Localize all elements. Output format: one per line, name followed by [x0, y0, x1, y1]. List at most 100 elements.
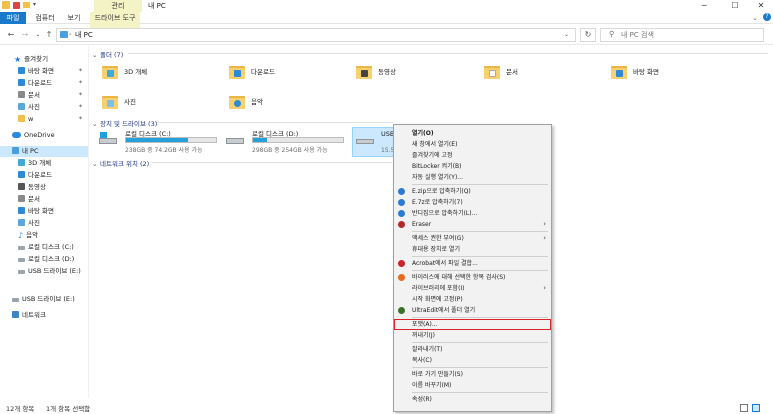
sidebar-item-pictures-pc[interactable]: 사진: [18, 218, 40, 229]
tab-computer[interactable]: 컴퓨터: [30, 12, 60, 24]
menu-item[interactable]: Acrobat에서 파일 결합...: [394, 258, 551, 269]
drive-c[interactable]: 로컬 디스크 (C:) 238GB 중 74.2GB 사용 가능: [99, 128, 221, 158]
menu-item[interactable]: 열기(O): [394, 128, 551, 139]
folder-label: 바탕 화면: [633, 68, 659, 76]
menu-item[interactable]: 잘라내기(T): [394, 344, 551, 355]
sidebar-item-documents-pc[interactable]: 문서: [18, 194, 40, 205]
windows-drive-icon: [99, 132, 117, 146]
breadcrumb-this-pc[interactable]: 내 PC: [75, 29, 93, 41]
menu-item[interactable]: 이름 바꾸기(M): [394, 380, 551, 391]
folder-icon: [102, 64, 118, 79]
pin-icon: ✦: [78, 115, 84, 122]
ribbon-tabs: 파일 컴퓨터 보기 드라이브 도구 ⌄ ?: [0, 12, 773, 42]
menu-item[interactable]: 자동 실행 열기(Y)...: [394, 172, 551, 183]
menu-item[interactable]: 휴대용 장치로 열기: [394, 244, 551, 255]
folder-icon: [229, 94, 245, 109]
refresh-button[interactable]: ↻: [580, 28, 596, 42]
maximize-button[interactable]: ☐: [722, 0, 748, 12]
sidebar-item-drive-d[interactable]: 로컬 디스크 (D:): [18, 254, 74, 265]
menu-item[interactable]: 즐겨찾기에 고정: [394, 150, 551, 161]
search-input[interactable]: [621, 30, 761, 40]
menu-item-label: 열기(O): [412, 130, 434, 137]
properties-icon[interactable]: [13, 1, 20, 9]
sidebar-item-w[interactable]: w: [18, 114, 33, 125]
tab-view[interactable]: 보기: [62, 12, 86, 24]
drive-d[interactable]: 로컬 디스크 (D:) 298GB 중 254GB 사용 가능: [226, 128, 348, 158]
menu-separator: [412, 184, 548, 185]
forward-button[interactable]: →: [20, 29, 30, 41]
menu-item[interactable]: UltraEdit에서 폴더 열기: [394, 305, 551, 316]
menu-item-label: 포맷(A)...: [412, 321, 438, 328]
search-box[interactable]: ⚲: [600, 28, 764, 42]
folder-downloads[interactable]: 다운로드: [229, 62, 349, 88]
help-icon[interactable]: ?: [763, 13, 771, 21]
qat-dropdown-icon[interactable]: ▾: [33, 1, 39, 9]
network-section-header[interactable]: ⌄ 네트워크 위치 (2): [92, 158, 149, 168]
menu-item[interactable]: 포맷(A)...: [394, 319, 551, 330]
section-title: 네트워크 위치 (2): [100, 160, 150, 168]
pc-icon: [12, 147, 19, 154]
sidebar-onedrive[interactable]: OneDrive: [12, 130, 55, 141]
drive-icon: [226, 136, 244, 146]
minimize-button[interactable]: ─: [691, 0, 717, 12]
menu-item[interactable]: 복사(C): [394, 355, 551, 366]
sidebar-item-downloads[interactable]: 다운로드: [18, 78, 52, 89]
sidebar-network[interactable]: 네트워크: [12, 310, 46, 321]
menu-item[interactable]: E.zip으로 압축하기(Q): [394, 186, 551, 197]
menu-item[interactable]: E.7z로 압축하기(7): [394, 197, 551, 208]
menu-item[interactable]: 시작 화면에 고정(P): [394, 294, 551, 305]
menu-item[interactable]: 라이브러리에 포함(I) ›: [394, 283, 551, 294]
usb-drive-icon: [356, 136, 374, 146]
sidebar-item-drive-c[interactable]: 로컬 디스크 (C:): [18, 242, 74, 253]
sidebar-item-videos[interactable]: 동영상: [18, 182, 46, 193]
sidebar-item-desktop-pc[interactable]: 바탕 화면: [18, 206, 54, 217]
sidebar-label: 동영상: [28, 183, 46, 191]
sidebar-item-3d[interactable]: 3D 개체: [18, 158, 51, 169]
folder-desktop[interactable]: 바탕 화면: [611, 62, 731, 88]
menu-item[interactable]: 속성(R): [394, 394, 551, 405]
menu-item[interactable]: 새 창에서 열기(E): [394, 139, 551, 150]
sidebar-item-documents[interactable]: 문서: [18, 90, 40, 101]
sidebar-item-usb[interactable]: USB 드라이브 (E:): [18, 266, 81, 277]
drives-section-header[interactable]: ⌄ 장치 및 드라이브 (3): [92, 118, 157, 128]
up-button[interactable]: ↑: [44, 29, 54, 41]
sidebar-quick-access[interactable]: ★ 즐겨찾기: [14, 54, 48, 65]
folders-section-header[interactable]: ⌄ 폴더 (7): [92, 49, 123, 59]
manage-context-tab[interactable]: 관리: [94, 0, 142, 12]
ribbon-expand-icon[interactable]: ⌄: [752, 14, 758, 22]
folder-label: 3D 개체: [124, 68, 148, 76]
folder-music[interactable]: 음악: [229, 92, 349, 118]
tab-file[interactable]: 파일: [0, 12, 26, 24]
address-dropdown-icon[interactable]: ⌄: [564, 29, 569, 41]
drive-usb-selected[interactable]: USB 드 15.5G: [352, 127, 402, 157]
new-folder-icon[interactable]: [23, 2, 30, 8]
pane-divider[interactable]: [88, 46, 89, 398]
back-button[interactable]: ←: [6, 29, 16, 41]
menu-item[interactable]: 바이러스에 대해 선택한 항목 검사(S): [394, 272, 551, 283]
sidebar-item-music[interactable]: ♪ 음악: [18, 230, 38, 241]
sidebar-label: 네트워크: [22, 311, 46, 319]
menu-item[interactable]: Eraser ›: [394, 219, 551, 230]
menu-item[interactable]: 바로 가기 만들기(S): [394, 369, 551, 380]
menu-item[interactable]: 꺼내기(J): [394, 330, 551, 341]
folder-videos[interactable]: 동영상: [356, 62, 476, 88]
large-icons-view-icon[interactable]: [752, 404, 760, 412]
menu-item[interactable]: BitLocker 켜기(B): [394, 161, 551, 172]
section-title: 장치 및 드라이브 (3): [100, 120, 158, 128]
address-bar[interactable]: › 내 PC ⌄: [56, 28, 576, 42]
menu-item[interactable]: 액세스 권한 부여(G) ›: [394, 233, 551, 244]
menu-item[interactable]: 반디집으로 압축하기(L)...: [394, 208, 551, 219]
folder-pictures[interactable]: 사진: [102, 92, 222, 118]
sidebar-label: 내 PC: [22, 147, 39, 155]
menu-item-icon: [398, 188, 405, 195]
folder-documents[interactable]: 문서: [484, 62, 604, 88]
sidebar-item-desktop[interactable]: 바탕 화면: [18, 66, 54, 77]
sidebar-usb-root[interactable]: USB 드라이브 (E:): [12, 294, 75, 305]
folder-3d-objects[interactable]: 3D 개체: [102, 62, 222, 88]
sidebar-item-pictures[interactable]: 사진: [18, 102, 40, 113]
sidebar-item-downloads-pc[interactable]: 다운로드: [18, 170, 52, 181]
recent-dropdown-icon[interactable]: ⌄: [33, 29, 43, 41]
close-button[interactable]: ✕: [748, 0, 773, 12]
sidebar-this-pc[interactable]: 내 PC: [0, 146, 88, 157]
details-view-icon[interactable]: [740, 404, 748, 412]
